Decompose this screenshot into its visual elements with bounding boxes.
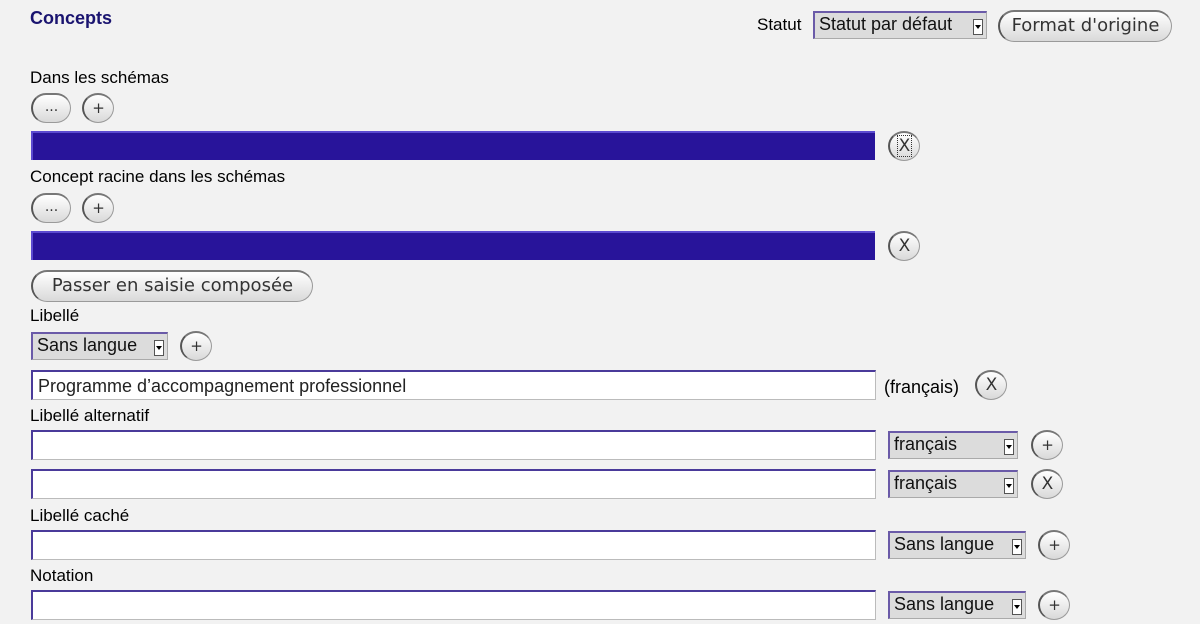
section-title: Concepts xyxy=(30,8,113,28)
close-icon: X xyxy=(1041,474,1054,494)
statut-select[interactable]: Statut par défaut xyxy=(813,11,987,39)
libelle-label: Libellé xyxy=(30,306,80,325)
chevron-down-icon xyxy=(1004,478,1014,494)
hidden-label-input[interactable] xyxy=(31,530,876,560)
chevron-down-icon xyxy=(154,340,164,356)
libelle-lang-select-value: Sans langue xyxy=(37,335,138,355)
schemes-label: Dans les schémas xyxy=(30,68,169,87)
schemes-remove-button[interactable]: X xyxy=(888,131,920,161)
plus-icon: + xyxy=(92,199,105,217)
plus-icon: + xyxy=(1048,536,1061,554)
libelle-lang-select[interactable]: Sans langue xyxy=(31,332,168,360)
close-icon: X xyxy=(896,135,913,157)
alt-label-input-2[interactable] xyxy=(31,469,876,499)
alt-label-remove-button[interactable]: X xyxy=(1031,469,1063,499)
chevron-down-icon xyxy=(973,19,983,35)
plus-icon: + xyxy=(1041,436,1054,454)
chevron-down-icon xyxy=(1012,539,1022,555)
libelle-add-button[interactable]: + xyxy=(180,331,212,361)
close-icon: X xyxy=(898,236,911,256)
top-concepts-label: Concept racine dans les schémas xyxy=(30,167,286,186)
plus-icon: + xyxy=(190,337,203,355)
top-concepts-value-field[interactable] xyxy=(31,231,875,260)
statut-label: Statut xyxy=(757,15,802,34)
close-icon: X xyxy=(985,375,998,395)
chevron-down-icon xyxy=(1004,439,1014,455)
chevron-down-icon xyxy=(1012,599,1022,615)
hidden-label-lang-select[interactable]: Sans langue xyxy=(888,531,1026,559)
libelle-lang-tag: (français) xyxy=(884,377,960,397)
alt-label-lang-value-2: français xyxy=(894,473,958,493)
plus-icon: + xyxy=(1048,596,1061,614)
format-origine-button[interactable]: Format d'origine xyxy=(998,10,1172,42)
libelle-remove-button[interactable]: X xyxy=(975,370,1007,400)
notation-add-button[interactable]: + xyxy=(1038,590,1070,620)
plus-icon: + xyxy=(92,99,105,117)
hidden-label-add-button[interactable]: + xyxy=(1038,530,1070,560)
libelle-input[interactable]: Programme d’accompagnement professionnel xyxy=(31,370,876,400)
alt-label-lang-select-1[interactable]: français xyxy=(888,431,1018,459)
top-concepts-browse-button[interactable]: ... xyxy=(31,193,71,223)
notation-lang-select[interactable]: Sans langue xyxy=(888,591,1026,619)
schemes-add-button[interactable]: + xyxy=(82,93,114,123)
alt-label-add-button[interactable]: + xyxy=(1031,430,1063,460)
hidden-label-label: Libellé caché xyxy=(30,506,130,525)
top-concepts-add-button[interactable]: + xyxy=(82,193,114,223)
alt-label-input-1[interactable] xyxy=(31,430,876,460)
notation-input[interactable] xyxy=(31,590,876,620)
schemes-browse-button[interactable]: ... xyxy=(31,93,71,123)
notation-label: Notation xyxy=(30,566,94,585)
compose-mode-button[interactable]: Passer en saisie composée xyxy=(31,270,313,302)
notation-lang-value: Sans langue xyxy=(894,594,995,614)
hidden-label-lang-value: Sans langue xyxy=(894,534,995,554)
top-concepts-remove-button[interactable]: X xyxy=(888,231,920,261)
alt-label-lang-select-2[interactable]: français xyxy=(888,470,1018,498)
schemes-value-field[interactable] xyxy=(31,131,875,160)
statut-select-value: Statut par défaut xyxy=(819,14,953,34)
alt-label-label: Libellé alternatif xyxy=(30,406,150,425)
alt-label-lang-value-1: français xyxy=(894,434,958,454)
